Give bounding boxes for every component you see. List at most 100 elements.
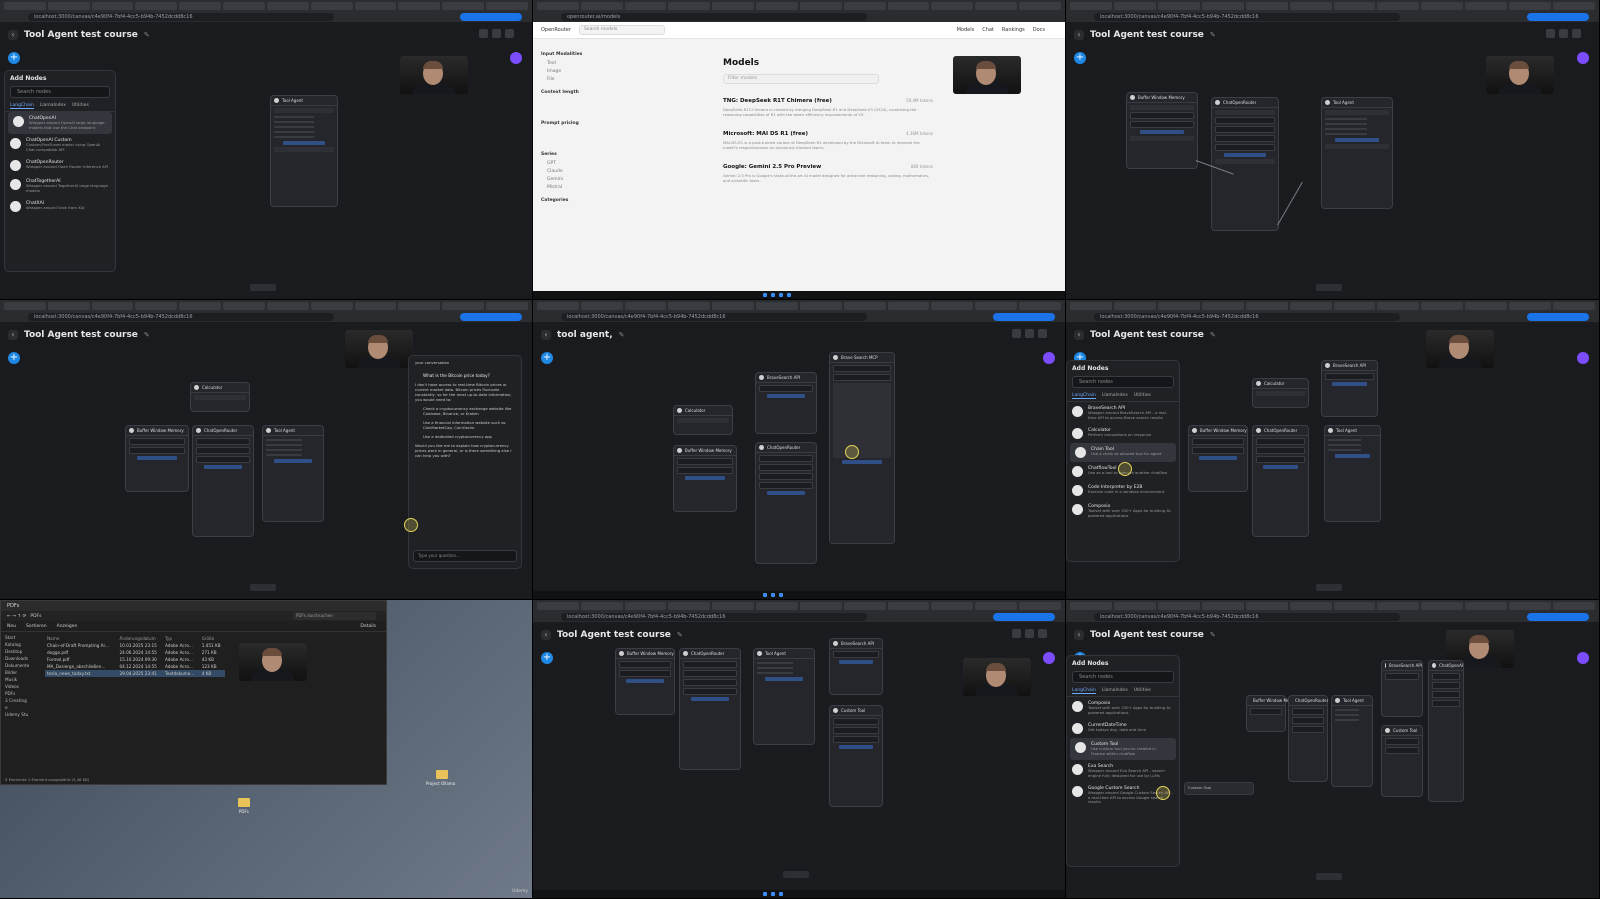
tool-agent-node[interactable]: Tool Agent (1331, 695, 1373, 787)
back-icon[interactable]: ‹ (8, 30, 18, 40)
model-name[interactable]: Microsoft: MAI DS R1 (free) (723, 131, 933, 137)
node-list-item[interactable]: ChatOpenAI Custom Custom/FineTuned model … (5, 134, 115, 156)
sidebar-item[interactable]: Start (5, 634, 43, 641)
sidebar-item[interactable]: PDFs (5, 690, 43, 697)
filter-option[interactable]: Claude (547, 169, 597, 174)
code-icon[interactable] (1546, 29, 1555, 38)
tab-utilities[interactable]: Utilities (1134, 393, 1151, 399)
file-name[interactable]: Formel.pdf (45, 656, 117, 663)
chat-button[interactable] (1043, 352, 1055, 364)
chat-button[interactable] (1577, 352, 1589, 364)
filter-option[interactable]: Gemini (547, 177, 597, 182)
update-button[interactable] (460, 313, 522, 321)
filter-heading[interactable]: Context length (541, 90, 603, 95)
update-button[interactable] (993, 613, 1055, 621)
chat-model-node[interactable]: ChatOpenRouter (755, 442, 817, 564)
address-bar[interactable]: localhost:3000/canvas/c4e90f4-7bf4-4cc5-… (561, 313, 867, 321)
add-node-button[interactable]: + (541, 652, 553, 664)
tool-agent-node[interactable]: Tool Agent (1324, 425, 1381, 522)
back-icon[interactable]: ‹ (541, 630, 551, 640)
address-bar[interactable]: localhost:3000/canvas/c4e90f4-7bf4-4cc5-… (1094, 613, 1400, 621)
table-row[interactable]: Chain-of-Draft Prompting Ar... 10.03.2025… (45, 642, 225, 649)
add-node-button[interactable]: + (541, 352, 553, 364)
chat-input[interactable]: Type your question... (413, 550, 517, 562)
buffer-memory-node[interactable]: Buffer Window Memory (125, 425, 189, 492)
add-node-button[interactable]: + (8, 352, 20, 364)
column-header[interactable]: Typ (163, 635, 200, 642)
brave-search-node[interactable]: BraveSearch API (829, 638, 883, 695)
nav-arrows-icon[interactable]: ← → ↑ ⟳ (7, 614, 26, 619)
nav-models[interactable]: Models (957, 27, 975, 33)
file-name[interactable]: doggo.pdf (45, 649, 117, 656)
canvas-controls[interactable] (1316, 873, 1342, 880)
tab-llamaindex[interactable]: LlamaIndex (1102, 688, 1128, 694)
file-name[interactable]: Chain-of-Draft Prompting Ar... (45, 642, 117, 649)
tab-llamaindex[interactable]: LlamaIndex (1102, 393, 1128, 399)
node-list-item[interactable]: CurrentDateTime Get todays day, date and … (1067, 719, 1179, 738)
nav-rankings[interactable]: Rankings (1002, 27, 1025, 33)
settings-icon[interactable] (1572, 29, 1581, 38)
chat-model-node[interactable]: ChatOpenRouter (192, 425, 254, 537)
sidebar-item[interactable]: Downloads (5, 655, 43, 662)
chat-model-node[interactable]: ChatOpenAI (1428, 660, 1464, 802)
buffer-memory-node[interactable]: Buffer Window Memory (615, 648, 675, 715)
calculator-node[interactable]: Calculator (1252, 378, 1309, 408)
model-card[interactable]: 4.36M tokens Microsoft: MAI DS R1 (free) M… (723, 131, 933, 150)
node-list-item[interactable]: Composio Toolset with over 250+ Apps for … (1067, 697, 1179, 719)
tab-langchain[interactable]: LangChain (1072, 393, 1096, 399)
node-list-item[interactable]: ChatOpenRouter Wrapper around Open Router… (5, 156, 115, 175)
update-button[interactable] (460, 13, 522, 21)
filter-heading[interactable]: Series (541, 152, 603, 157)
buffer-memory-node[interactable]: Buffer Window Memory (1246, 695, 1300, 732)
nav-docs[interactable]: Docs (1033, 27, 1045, 33)
canvas-controls[interactable] (783, 871, 809, 878)
search-nodes-input[interactable]: Search nodes (1072, 376, 1174, 388)
sidebar-item[interactable]: Dokumente (5, 662, 43, 669)
sidebar-item[interactable]: 3 Creating (5, 697, 43, 704)
chat-model-node[interactable]: ChatOpenRouter (679, 648, 741, 770)
column-header[interactable]: Name (45, 635, 117, 642)
node-list-item[interactable]: Exa Search Wrapper around Exa Search API … (1067, 760, 1179, 782)
code-icon[interactable] (479, 29, 488, 38)
model-card[interactable]: 880 tokens Google: Gemini 2.5 Pro Preview… (723, 164, 933, 183)
node-list-item[interactable]: Custom Tool Use custom tool you've create… (1070, 738, 1176, 760)
sidebar-item[interactable]: Desktop (5, 648, 43, 655)
table-row[interactable]: Formel.pdf 15.10.2024 09:30 Adobe Acro... 4… (45, 656, 225, 663)
chat-button[interactable] (510, 52, 522, 64)
pricing-slider[interactable] (541, 130, 603, 144)
calculator-node[interactable]: Calculator (190, 382, 250, 412)
update-button[interactable] (1527, 613, 1589, 621)
chat-button[interactable] (1577, 652, 1589, 664)
tab-utilities[interactable]: Utilities (1134, 688, 1151, 694)
node-list-item[interactable]: ChatOpenAI Wrapper around OpenAI large la… (8, 112, 112, 134)
settings-icon[interactable] (1038, 629, 1047, 638)
column-header[interactable]: Änderungsdatum (117, 635, 163, 642)
sidebar-item[interactable]: Udemy Stu (5, 711, 43, 718)
details-button[interactable]: Details (360, 624, 376, 629)
edit-icon[interactable]: ✎ (619, 331, 625, 339)
brave-search-node[interactable]: BraveSearch API (755, 372, 817, 434)
add-node-button[interactable]: + (1074, 52, 1086, 64)
canvas-controls[interactable] (250, 284, 276, 291)
node-list-item[interactable]: ChatXAI Wrapper around Grok from XAI (5, 197, 115, 216)
filter-models-input[interactable]: Filter models (723, 74, 879, 84)
sidebar-item[interactable]: Musik (5, 676, 43, 683)
sidebar-item[interactable]: Bilder (5, 669, 43, 676)
canvas-controls[interactable] (1316, 584, 1342, 591)
search-nodes-input[interactable]: Search nodes (1072, 671, 1174, 683)
model-name[interactable]: TNG: DeepSeek R1T Chimera (free) (723, 98, 933, 104)
code-icon[interactable] (1012, 629, 1021, 638)
explorer-search[interactable]: PDFs durchsuchen (293, 612, 376, 620)
tool-agent-node[interactable]: Tool Agent (262, 425, 324, 522)
address-bar[interactable]: localhost:3000/canvas/c4e90f4-7bf4-4cc5-… (561, 613, 867, 621)
chat-model-node[interactable]: ChatOpenRouter (1288, 695, 1328, 782)
canvas-controls[interactable] (1316, 284, 1342, 291)
node-list-item[interactable]: ChatTogetherAI Wrapper around TogetherAI … (5, 175, 115, 197)
brave-search-node[interactable]: BraveSearch API (1321, 360, 1378, 417)
back-icon[interactable]: ‹ (1074, 30, 1084, 40)
update-button[interactable] (1527, 313, 1589, 321)
back-icon[interactable]: ‹ (8, 330, 18, 340)
sidebar-item[interactable]: Katalog (5, 641, 43, 648)
filter-option[interactable]: GPT (547, 161, 597, 166)
back-icon[interactable]: ‹ (1074, 330, 1084, 340)
